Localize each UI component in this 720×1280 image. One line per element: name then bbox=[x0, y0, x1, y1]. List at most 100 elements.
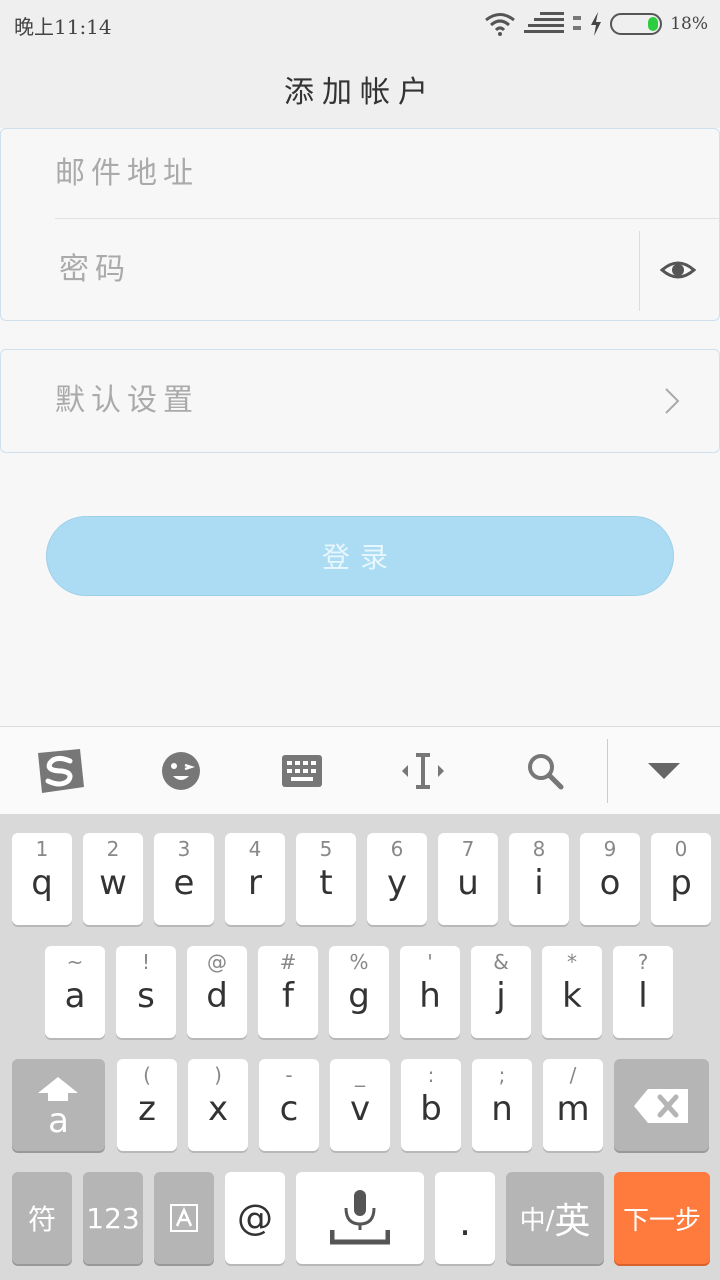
key-k[interactable]: * k bbox=[542, 946, 602, 1038]
default-settings-label: 默认设置 bbox=[55, 383, 199, 418]
key-i[interactable]: 8i bbox=[509, 833, 569, 925]
clipboard-key[interactable] bbox=[154, 1172, 214, 1264]
battery-percent: 18% bbox=[670, 14, 708, 34]
key-u[interactable]: 7u bbox=[438, 833, 498, 925]
key-secondary-label: - bbox=[285, 1063, 293, 1087]
lang-en-label: 英 bbox=[554, 1201, 591, 1242]
shift-arrow-icon bbox=[38, 1077, 78, 1101]
key-z[interactable]: (z bbox=[117, 1059, 177, 1151]
key-v[interactable]: _ v bbox=[330, 1059, 390, 1151]
key-secondary-label: % bbox=[349, 950, 369, 974]
key-secondary-label: 5 bbox=[319, 837, 333, 861]
key-secondary-label: : bbox=[427, 1063, 435, 1087]
key-label: l bbox=[638, 976, 648, 1016]
key-label: k bbox=[562, 976, 582, 1016]
key-p[interactable]: 0p bbox=[651, 833, 711, 925]
sogou-logo-icon[interactable] bbox=[34, 745, 86, 797]
battery-icon bbox=[610, 13, 663, 35]
key-secondary-label: 9 bbox=[603, 837, 617, 861]
key-secondary-label: ' bbox=[427, 950, 433, 974]
email-field[interactable]: 邮件地址 bbox=[55, 129, 719, 219]
collapse-keyboard-icon[interactable] bbox=[638, 745, 690, 797]
key-label: f bbox=[282, 976, 294, 1016]
key-c[interactable]: -c bbox=[259, 1059, 319, 1151]
charging-icon bbox=[591, 12, 602, 36]
key-a[interactable]: ~ a bbox=[45, 946, 105, 1038]
key-m[interactable]: / m bbox=[543, 1059, 603, 1151]
symbols-key[interactable]: 符 bbox=[12, 1172, 72, 1264]
key-r[interactable]: 4r bbox=[225, 833, 285, 925]
key-label: q bbox=[31, 863, 53, 903]
backspace-key[interactable] bbox=[614, 1059, 709, 1151]
key-label: i bbox=[534, 863, 544, 903]
key-t[interactable]: 5t bbox=[296, 833, 356, 925]
key-secondary-label: 7 bbox=[461, 837, 475, 861]
status-bar: 晚上11:14 18% bbox=[0, 0, 720, 50]
chevron-right-icon bbox=[665, 388, 680, 414]
key-secondary-label: ; bbox=[498, 1063, 506, 1087]
search-icon[interactable] bbox=[519, 745, 571, 797]
key-secondary-label: @ bbox=[207, 950, 227, 974]
key-secondary-label: & bbox=[493, 950, 509, 974]
key-secondary-label: 3 bbox=[177, 837, 191, 861]
login-button[interactable]: 登录 bbox=[46, 516, 674, 596]
key-label: b bbox=[420, 1089, 442, 1129]
key-secondary-label: 0 bbox=[674, 837, 688, 861]
key-g[interactable]: % g bbox=[329, 946, 389, 1038]
shift-key[interactable]: a bbox=[12, 1059, 105, 1151]
key-x[interactable]: ) x bbox=[188, 1059, 248, 1151]
at-key[interactable]: @ bbox=[225, 1172, 285, 1264]
shift-key-label: a bbox=[48, 1101, 69, 1141]
key-label: x bbox=[207, 1089, 229, 1129]
key-secondary-label: # bbox=[279, 950, 297, 974]
key-label: n bbox=[491, 1089, 513, 1129]
emoji-icon[interactable] bbox=[155, 745, 207, 797]
key-q[interactable]: 1q bbox=[12, 833, 72, 925]
keyboard-icon[interactable] bbox=[276, 745, 328, 797]
key-label: a bbox=[64, 976, 86, 1016]
key-label: p bbox=[670, 863, 692, 903]
key-secondary-label: ~ bbox=[66, 950, 84, 974]
key-s[interactable]: ! s bbox=[116, 946, 176, 1038]
key-secondary-label: / bbox=[569, 1063, 577, 1087]
title-bar: 添加帐户 bbox=[0, 50, 720, 128]
period-key[interactable]: . bbox=[435, 1172, 495, 1264]
key-label: e bbox=[173, 863, 195, 903]
cursor-move-icon[interactable] bbox=[397, 745, 449, 797]
key-d[interactable]: @ d bbox=[187, 946, 247, 1038]
keyboard: 1q2w3e4r5t6y7u8i9o0p ~ a! s @ d # f% g ' h & j * k? l … bbox=[0, 814, 720, 1280]
key-label: g bbox=[348, 976, 370, 1016]
text-edit-icon bbox=[170, 1204, 198, 1232]
key-e[interactable]: 3e bbox=[154, 833, 214, 925]
default-settings-row[interactable]: 默认设置 bbox=[0, 349, 720, 453]
next-key[interactable]: 下一步 bbox=[614, 1172, 710, 1264]
signal-icon bbox=[524, 12, 565, 33]
key-label: t bbox=[319, 863, 333, 903]
page-title: 添加帐户 bbox=[284, 75, 436, 110]
network-type-icon bbox=[573, 16, 582, 30]
wifi-icon bbox=[485, 13, 516, 36]
keyboard-toolbar bbox=[0, 726, 720, 814]
key-label: z bbox=[138, 1089, 156, 1129]
key-secondary-label: ( bbox=[143, 1063, 151, 1087]
show-password-icon[interactable] bbox=[660, 252, 696, 288]
password-field[interactable]: 密码 bbox=[55, 219, 637, 321]
key-n[interactable]: ; n bbox=[472, 1059, 532, 1151]
key-b[interactable]: :b bbox=[401, 1059, 461, 1151]
key-secondary-label: ! bbox=[141, 950, 151, 974]
key-y[interactable]: 6y bbox=[367, 833, 427, 925]
key-l[interactable]: ? l bbox=[613, 946, 673, 1038]
numbers-key[interactable]: 123 bbox=[83, 1172, 143, 1264]
key-w[interactable]: 2w bbox=[83, 833, 143, 925]
key-j[interactable]: & j bbox=[471, 946, 531, 1038]
microphone-icon bbox=[330, 1190, 390, 1245]
language-switch-key[interactable]: 中/英 bbox=[506, 1172, 604, 1264]
key-label: c bbox=[279, 1089, 299, 1129]
key-f[interactable]: # f bbox=[258, 946, 318, 1038]
space-voice-key[interactable] bbox=[296, 1172, 424, 1264]
toolbar-divider bbox=[607, 739, 608, 803]
key-o[interactable]: 9o bbox=[580, 833, 640, 925]
key-h[interactable]: ' h bbox=[400, 946, 460, 1038]
key-secondary-label: _ bbox=[355, 1063, 365, 1087]
status-time: 晚上11:14 bbox=[14, 15, 112, 39]
